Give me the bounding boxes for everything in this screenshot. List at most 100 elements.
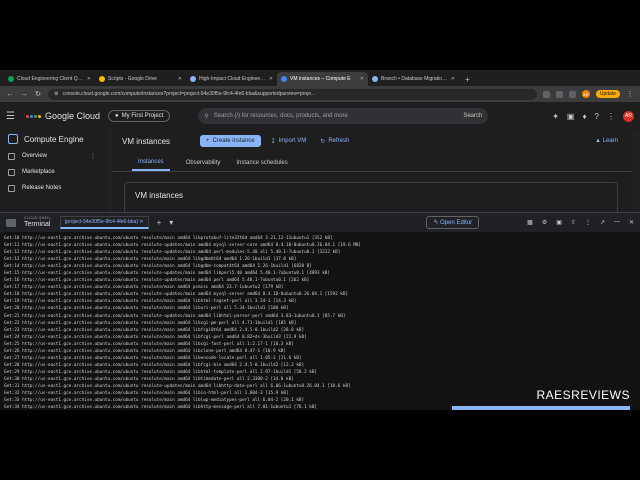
browser-tab[interactable]: Scripts - Google Drive ✕ <box>95 72 186 86</box>
page-header: VM instances + Create instance ↧ Import … <box>112 130 632 152</box>
browser-profile-avatar[interactable]: AR <box>581 90 590 98</box>
close-icon[interactable]: ✕ <box>629 219 634 226</box>
terminal-line: Get:27 http://us-east1.gce.archive.ubunt… <box>4 355 302 361</box>
close-tab-icon[interactable]: ✕ <box>178 76 182 82</box>
sidebar-item-marketplace[interactable]: Marketplace <box>0 164 108 180</box>
session-tab-label: (project-54e30f5e-9fc4-4fe6-bba) <box>64 219 139 225</box>
browser-tab-label: Scripts - Google Drive <box>108 76 157 82</box>
back-icon[interactable]: ← <box>6 91 14 98</box>
terminal-line: Get:15 http://us-east1.gce.archive.ubunt… <box>4 271 330 277</box>
terminal-output[interactable]: Get:10 http://us-east1.gce.archive.ubunt… <box>0 232 640 410</box>
close-tab-icon[interactable]: ✕ <box>269 76 273 82</box>
cloud-shell-icon[interactable]: ▣ <box>567 112 575 121</box>
more-vert-icon[interactable]: ⋮ <box>90 153 108 160</box>
terminal-session-tab[interactable]: (project-54e30f5e-9fc4-4fe6-bba) ✕ <box>59 216 149 229</box>
close-tab-icon[interactable]: ✕ <box>87 76 91 82</box>
open-new-window-icon[interactable]: ↗ <box>600 219 605 226</box>
tab-favicon-icon <box>190 76 196 82</box>
project-picker-button[interactable]: ● My First Project <box>108 110 171 122</box>
hamburger-menu-icon[interactable]: ☰ <box>6 111 18 122</box>
terminal-line: Get:23 http://us-east1.gce.archive.ubunt… <box>4 327 305 333</box>
refresh-icon: ↻ <box>320 138 326 145</box>
terminal-line: Get:26 http://us-east1.gce.archive.ubunt… <box>4 348 286 354</box>
search-button[interactable]: Search <box>463 113 482 119</box>
notifications-icon[interactable]: ♦ <box>582 112 586 121</box>
browser-tab[interactable]: Branch • Database Migration F ✕ <box>368 72 459 86</box>
card-title: VM instances <box>135 191 184 200</box>
sidebar-item-label: Marketplace <box>22 169 55 175</box>
extension-icon[interactable] <box>568 90 576 98</box>
tab-instance-schedules[interactable]: Instance schedules <box>236 160 287 171</box>
terminal-line: Get:18 http://us-east1.gce.archive.ubunt… <box>4 292 349 298</box>
reload-icon[interactable]: ↻ <box>34 90 42 98</box>
forward-icon[interactable]: → <box>20 91 28 98</box>
release-notes-icon <box>8 184 15 192</box>
brand-text: Google Cloud <box>45 111 101 121</box>
refresh-label: Refresh <box>328 138 350 144</box>
terminal-line: Get:12 http://us-east1.gce.archive.ubunt… <box>4 250 341 256</box>
tab-favicon-icon <box>281 76 287 82</box>
overview-icon <box>8 152 15 160</box>
terminal-line: Get:17 http://us-east1.gce.archive.ubunt… <box>4 285 284 291</box>
tab-observability[interactable]: Observability <box>186 160 221 171</box>
header-actions: ✦ ▣ ♦ ? ⋮ AR <box>552 110 634 122</box>
gemini-icon[interactable]: ✦ <box>552 112 559 121</box>
learn-label: Learn <box>602 138 618 144</box>
terminal-mode-icon[interactable]: ▩ <box>527 219 533 226</box>
search-input[interactable]: ⚲ Search (/) for resources, docs, produc… <box>198 108 489 124</box>
new-tab-icon[interactable]: + <box>459 72 476 86</box>
close-icon[interactable]: ✕ <box>139 219 143 225</box>
settings-icon[interactable]: ⚙ <box>542 219 547 226</box>
help-icon[interactable]: ? <box>595 112 599 121</box>
google-cloud-logo-icon <box>26 114 41 118</box>
create-instance-button[interactable]: + Create instance <box>200 135 261 147</box>
tab-instances[interactable]: Instances <box>132 159 170 171</box>
terminal-line: Get:22 http://us-east1.gce.archive.ubunt… <box>4 320 297 326</box>
browser-tab[interactable]: Cloud Engineering Client Questi ✕ <box>4 72 95 86</box>
import-vm-button[interactable]: ↧ Import VM <box>267 135 311 148</box>
more-icon[interactable]: ⋮ <box>585 219 591 226</box>
screen-frame: Cloud Engineering Client Questi ✕ Scripts … <box>0 70 640 410</box>
cloud-shell-panel: CLOUD SHELL Terminal (project-54e30f5e-9… <box>0 212 640 410</box>
extension-icon[interactable] <box>542 90 550 98</box>
terminal-label: Terminal <box>24 220 51 228</box>
search-placeholder: Search (/) for resources, docs, products… <box>213 113 348 119</box>
address-bar[interactable]: ⚙ console.cloud.google.com/compute/insta… <box>48 88 537 100</box>
sidebar-item-label: Overview <box>22 153 48 159</box>
close-tab-icon[interactable]: ✕ <box>451 76 455 82</box>
terminal-scrollbar[interactable] <box>452 406 630 410</box>
sidebar-item-overview[interactable]: Overview ⋮ <box>0 148 108 164</box>
extension-icon[interactable] <box>555 90 563 98</box>
site-info-icon[interactable]: ⚙ <box>54 91 58 97</box>
browser-tab[interactable]: High-Impact Cloud Engineering ✕ <box>186 72 277 86</box>
chevron-down-icon[interactable]: ▾ <box>169 218 173 227</box>
terminal-line: Get:25 http://us-east1.gce.archive.ubunt… <box>4 341 294 347</box>
tab-favicon-icon <box>8 76 14 82</box>
terminal-line: Get:11 http://us-east1.gce.archive.ubunt… <box>4 243 361 249</box>
sidebar-title[interactable]: Compute Engine <box>0 130 108 148</box>
close-tab-icon[interactable]: ✕ <box>360 76 364 82</box>
marketplace-icon <box>8 168 15 176</box>
browser-tab[interactable]: VM instances – Compute E ✕ <box>277 72 368 86</box>
google-cloud-logo[interactable]: Google Cloud <box>26 111 100 121</box>
terminal-line: Get:19 http://us-east1.gce.archive.ubunt… <box>4 299 297 305</box>
terminal-line: Get:30 http://us-east1.gce.archive.ubunt… <box>4 376 294 382</box>
upload-icon[interactable]: ⇧ <box>571 219 576 226</box>
browser-tab-label: High-Impact Cloud Engineering <box>199 76 266 82</box>
browser-tab-label: Branch • Database Migration F <box>381 76 448 82</box>
open-editor-button[interactable]: ✎ Open Editor <box>426 216 480 229</box>
browser-tab-label: Cloud Engineering Client Questi <box>17 76 84 82</box>
learn-button[interactable]: ▲ Learn <box>595 138 632 144</box>
refresh-button[interactable]: ↻ Refresh <box>316 135 353 148</box>
web-preview-icon[interactable]: ▣ <box>556 219 562 226</box>
account-avatar[interactable]: AR <box>623 110 634 122</box>
sidebar-item-label: Release Notes <box>22 185 62 191</box>
add-session-icon[interactable]: + <box>157 218 162 227</box>
sidebar-item-release-notes[interactable]: Release Notes <box>0 180 108 196</box>
browser-menu-icon[interactable]: ⋮ <box>626 90 634 98</box>
import-icon: ↧ <box>270 138 276 145</box>
minimize-icon[interactable]: — <box>614 219 620 226</box>
browser-update-button[interactable]: Update <box>595 90 620 98</box>
add-icon: + <box>206 138 210 144</box>
more-icon[interactable]: ⋮ <box>607 112 615 121</box>
